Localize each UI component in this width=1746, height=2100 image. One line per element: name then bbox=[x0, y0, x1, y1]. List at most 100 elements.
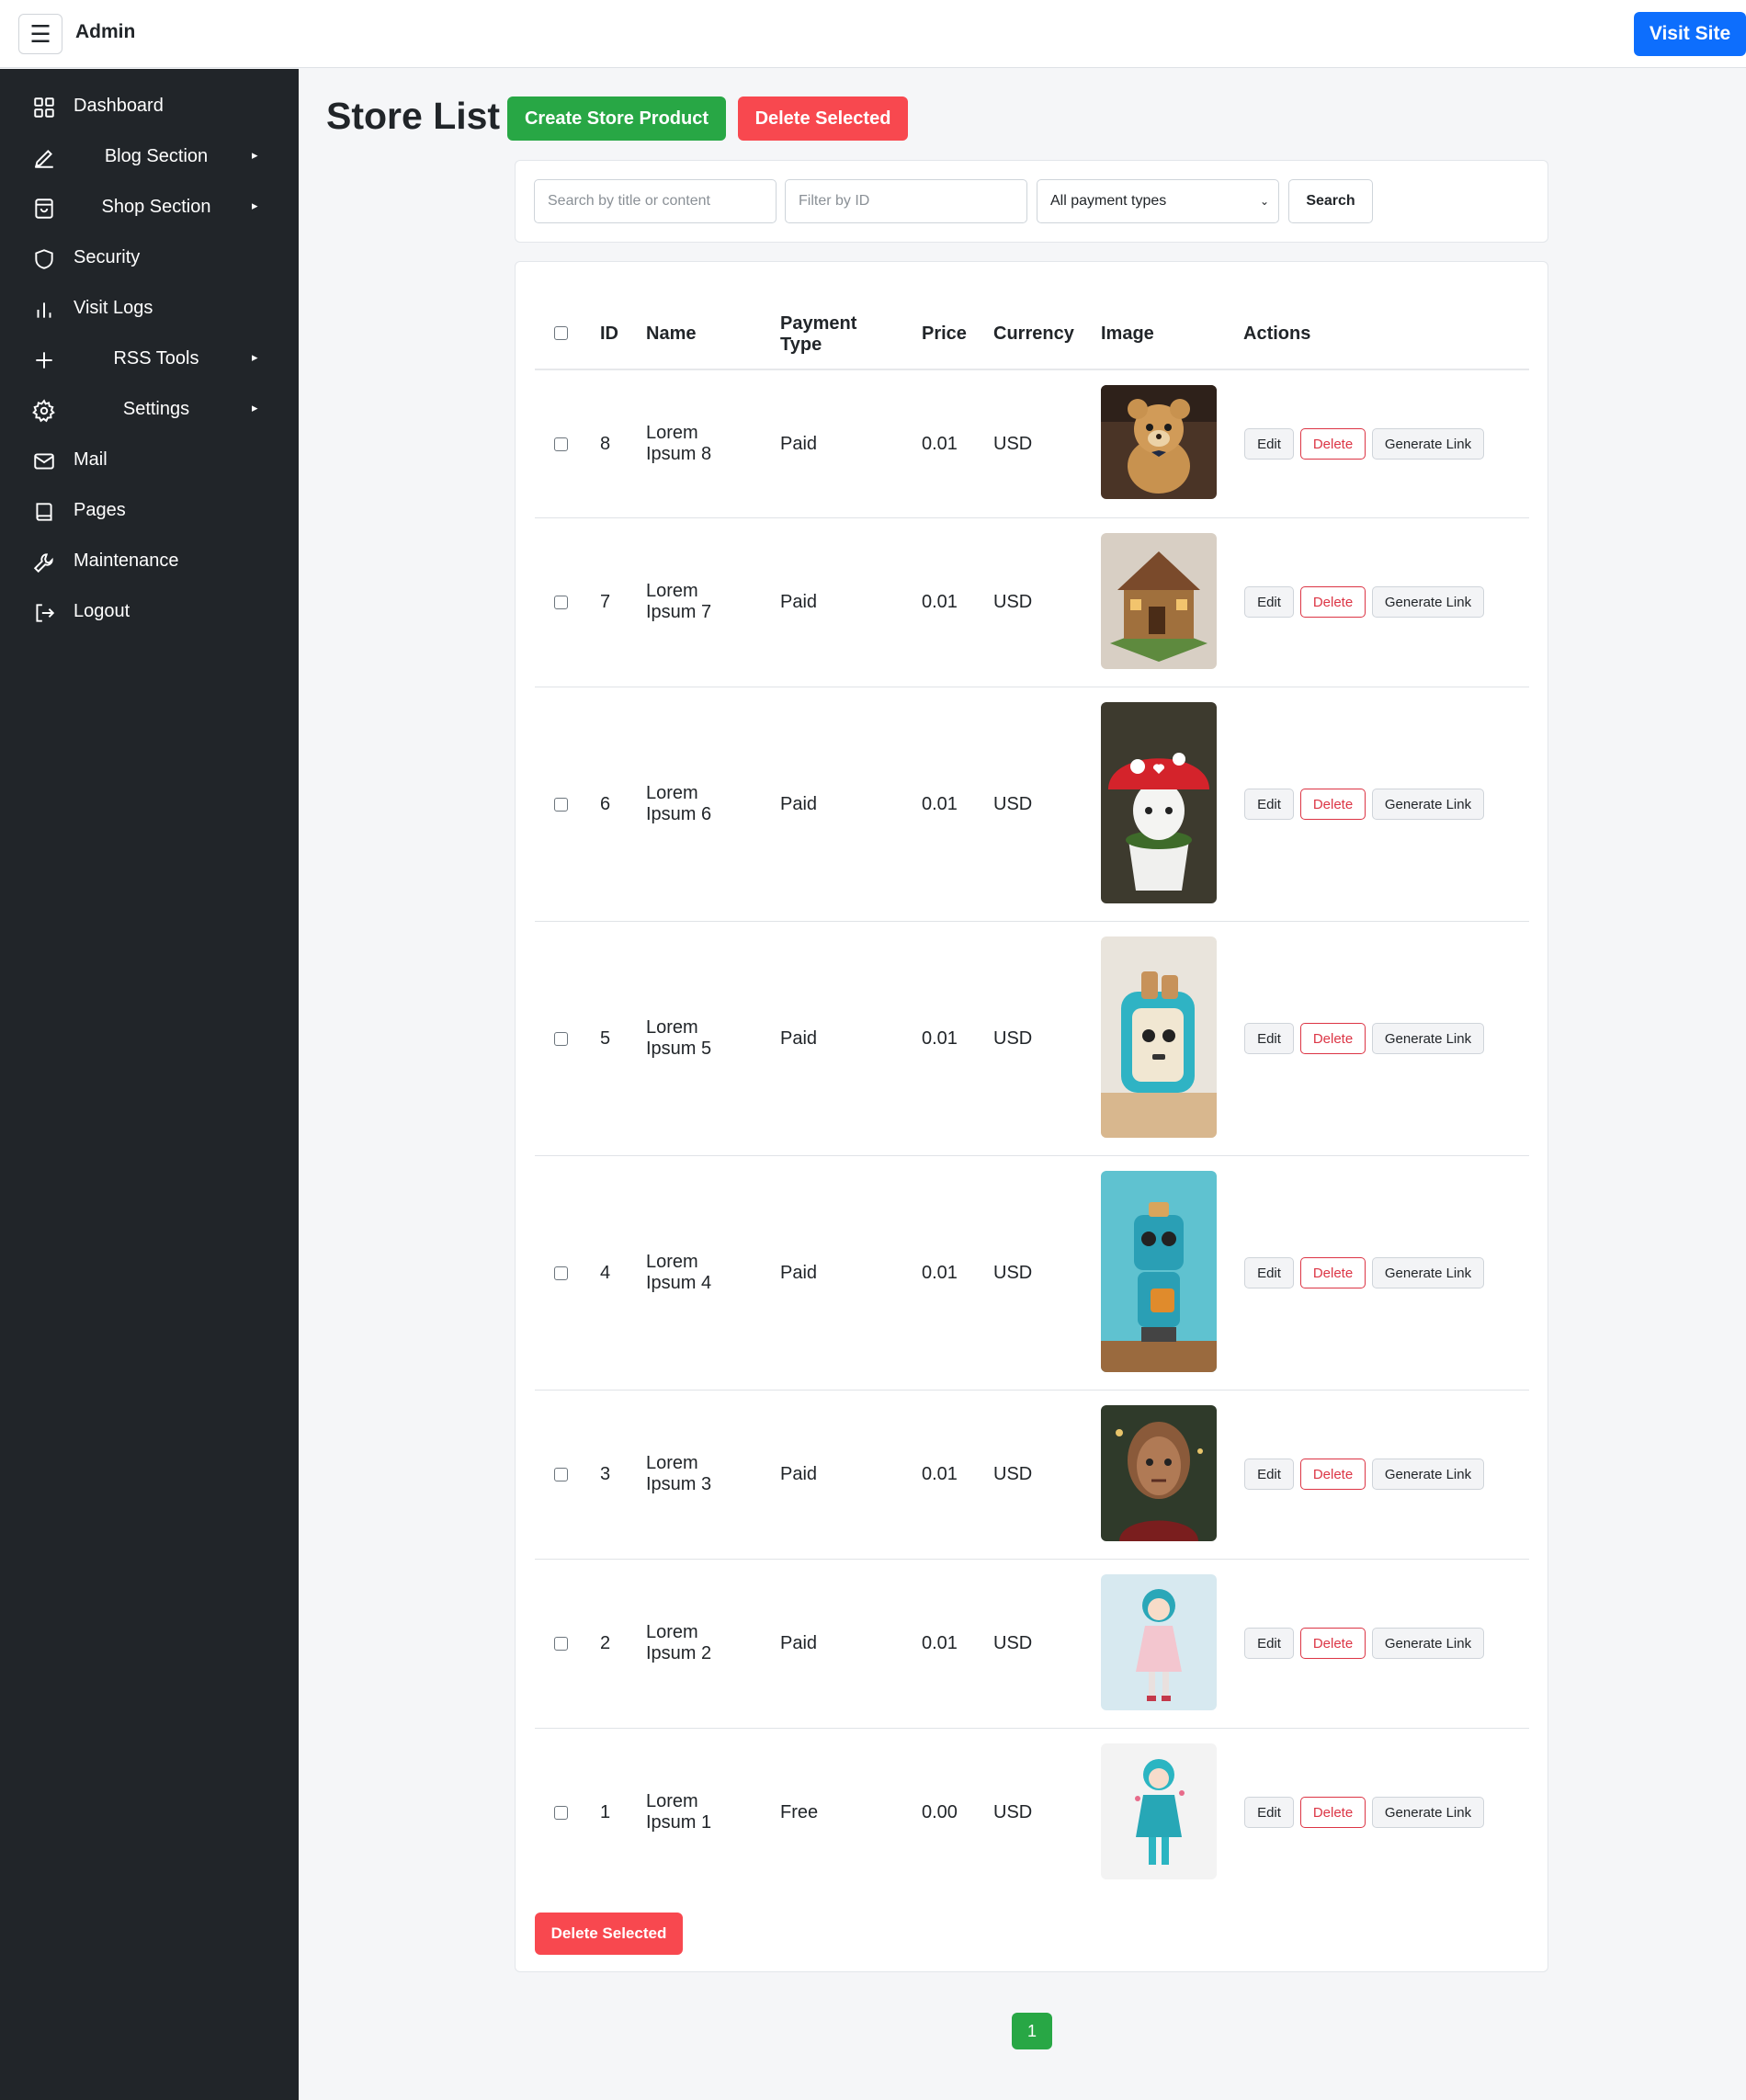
row-payment-type: Paid bbox=[780, 1464, 818, 1484]
column-header-id: ID bbox=[600, 324, 618, 344]
delete-button[interactable]: Delete bbox=[1300, 1797, 1366, 1828]
row-currency: USD bbox=[993, 1263, 1033, 1283]
edit-button[interactable]: Edit bbox=[1244, 1797, 1294, 1828]
row-currency: USD bbox=[993, 794, 1033, 814]
edit-button[interactable]: Edit bbox=[1244, 1257, 1294, 1288]
id-filter-input[interactable]: Filter by ID bbox=[785, 179, 1027, 223]
generate-link-button[interactable]: Generate Link bbox=[1372, 1459, 1484, 1490]
sidebar-item-shop-section[interactable]: Shop Section ▸ bbox=[0, 183, 299, 233]
row-price: 0.01 bbox=[922, 1028, 958, 1049]
table-row: 7 Lorem Ipsum 7 Paid 0.01 USD Edit Delete… bbox=[516, 518, 1549, 687]
sidebar-item-visit-logs[interactable]: Visit Logs bbox=[0, 284, 299, 335]
grid-icon bbox=[32, 96, 56, 119]
generate-link-button[interactable]: Generate Link bbox=[1372, 1797, 1484, 1828]
row-checkbox[interactable] bbox=[554, 1266, 568, 1280]
edit-button[interactable]: Edit bbox=[1244, 428, 1294, 460]
pagination-page-1[interactable]: 1 bbox=[1012, 2013, 1052, 2049]
generate-link-button[interactable]: Generate Link bbox=[1372, 1023, 1484, 1054]
column-header-image: Image bbox=[1101, 324, 1154, 344]
sidebar-item-mail[interactable]: Mail bbox=[0, 436, 299, 486]
row-name: Lorem Ipsum 1 bbox=[646, 1791, 711, 1833]
book-icon bbox=[32, 500, 56, 524]
select-all-checkbox[interactable] bbox=[554, 326, 568, 340]
row-price: 0.00 bbox=[922, 1802, 958, 1822]
row-currency: USD bbox=[993, 592, 1033, 612]
delete-selected-button[interactable]: Delete Selected bbox=[738, 96, 908, 141]
row-price: 0.01 bbox=[922, 1464, 958, 1484]
envelope-icon bbox=[32, 449, 56, 473]
row-id: 8 bbox=[600, 434, 611, 454]
anime-girl-image bbox=[1101, 1574, 1217, 1710]
submenu-arrow-icon: ▸ bbox=[252, 148, 258, 162]
row-currency: USD bbox=[993, 1802, 1033, 1822]
row-checkbox[interactable] bbox=[554, 596, 568, 609]
delete-button[interactable]: Delete bbox=[1300, 428, 1366, 460]
hamburger-menu-button[interactable]: ☰ bbox=[18, 14, 62, 54]
column-header-payment-type-line2: Type bbox=[780, 335, 822, 355]
row-name-line1: Lorem bbox=[646, 423, 698, 443]
row-checkbox[interactable] bbox=[554, 1468, 568, 1481]
delete-button[interactable]: Delete bbox=[1300, 1628, 1366, 1659]
search-input[interactable]: Search by title or content bbox=[534, 179, 777, 223]
row-checkbox[interactable] bbox=[554, 798, 568, 812]
edit-button[interactable]: Edit bbox=[1244, 586, 1294, 618]
sidebar-item-label: Visit Logs bbox=[74, 298, 153, 318]
edit-button[interactable]: Edit bbox=[1244, 1023, 1294, 1054]
robot-toaster-image bbox=[1101, 1171, 1217, 1372]
generate-link-button[interactable]: Generate Link bbox=[1372, 428, 1484, 460]
logout-icon bbox=[32, 601, 56, 625]
row-name: Lorem Ipsum 2 bbox=[646, 1622, 711, 1664]
row-currency: USD bbox=[993, 1464, 1033, 1484]
anime-figure-image bbox=[1101, 1743, 1217, 1879]
table-row: 8 Lorem Ipsum 8 Paid 0.01 USD Edit Delete… bbox=[516, 370, 1549, 518]
delete-button[interactable]: Delete bbox=[1300, 586, 1366, 618]
edit-button[interactable]: Edit bbox=[1244, 1459, 1294, 1490]
sidebar-item-logout[interactable]: Logout bbox=[0, 587, 299, 638]
row-checkbox[interactable] bbox=[554, 1637, 568, 1651]
row-id: 7 bbox=[600, 592, 611, 612]
bar-chart-icon bbox=[32, 298, 56, 322]
generate-link-button[interactable]: Generate Link bbox=[1372, 789, 1484, 820]
table-row: 5 Lorem Ipsum 5 Paid 0.01 USD Edit Delete… bbox=[516, 922, 1549, 1156]
row-checkbox[interactable] bbox=[554, 1032, 568, 1046]
row-id: 1 bbox=[600, 1802, 611, 1822]
row-currency: USD bbox=[993, 1028, 1033, 1049]
sidebar-item-pages[interactable]: Pages bbox=[0, 486, 299, 537]
row-name-line2: Ipsum 2 bbox=[646, 1643, 712, 1663]
sidebar-item-label: Dashboard bbox=[74, 96, 164, 116]
create-store-product-button[interactable]: Create Store Product bbox=[507, 96, 726, 141]
delete-button[interactable]: Delete bbox=[1300, 1257, 1366, 1288]
sidebar-item-dashboard[interactable]: Dashboard bbox=[0, 82, 299, 132]
delete-button[interactable]: Delete bbox=[1300, 789, 1366, 820]
store-table-card: ID Name Payment Type Price Currency Imag… bbox=[515, 261, 1548, 1972]
row-name: Lorem Ipsum 7 bbox=[646, 581, 711, 623]
row-name-line2: Ipsum 6 bbox=[646, 804, 712, 824]
delete-button[interactable]: Delete bbox=[1300, 1023, 1366, 1054]
delete-button[interactable]: Delete bbox=[1300, 1459, 1366, 1490]
sidebar-item-rss-tools[interactable]: RSS Tools ▸ bbox=[0, 335, 299, 385]
row-name-line1: Lorem bbox=[646, 1453, 698, 1473]
row-name-line1: Lorem bbox=[646, 1791, 698, 1811]
visit-site-button[interactable]: Visit Site bbox=[1634, 12, 1746, 56]
row-name-line2: Ipsum 1 bbox=[646, 1812, 712, 1833]
row-payment-type: Free bbox=[780, 1802, 819, 1822]
row-name: Lorem Ipsum 5 bbox=[646, 1017, 711, 1060]
sidebar-item-security[interactable]: Security bbox=[0, 233, 299, 284]
generate-link-button[interactable]: Generate Link bbox=[1372, 1628, 1484, 1659]
generate-link-button[interactable]: Generate Link bbox=[1372, 586, 1484, 618]
mushroom-image bbox=[1101, 702, 1217, 903]
sidebar-item-maintenance[interactable]: Maintenance bbox=[0, 537, 299, 587]
row-checkbox[interactable] bbox=[554, 437, 568, 451]
page-title: Store List bbox=[326, 95, 501, 137]
search-button[interactable]: Search bbox=[1288, 179, 1373, 223]
edit-button[interactable]: Edit bbox=[1244, 789, 1294, 820]
generate-link-button[interactable]: Generate Link bbox=[1372, 1257, 1484, 1288]
row-price: 0.01 bbox=[922, 592, 958, 612]
shield-icon bbox=[32, 247, 56, 271]
delete-selected-bottom-button[interactable]: Delete Selected bbox=[535, 1913, 683, 1955]
payment-type-select[interactable]: All payment types ⌄ bbox=[1037, 179, 1279, 223]
sidebar-item-settings[interactable]: Settings ▸ bbox=[0, 385, 299, 436]
row-checkbox[interactable] bbox=[554, 1806, 568, 1820]
edit-button[interactable]: Edit bbox=[1244, 1628, 1294, 1659]
sidebar-item-blog-section[interactable]: Blog Section ▸ bbox=[0, 132, 299, 183]
